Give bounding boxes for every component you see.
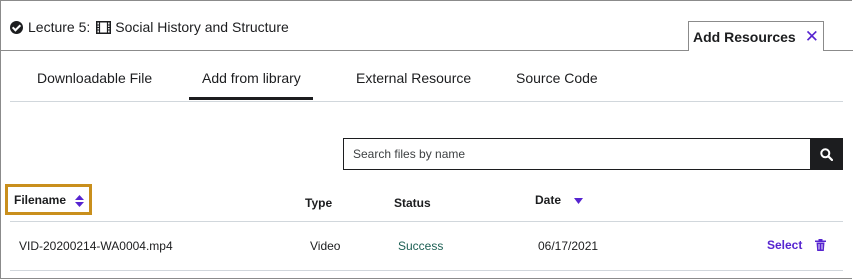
check-circle-icon [10,20,23,34]
status-column-header: Status [394,196,431,210]
film-icon [96,20,112,34]
lecture-header: Lecture 5: Social History and Structure [10,19,289,35]
add-resources-tab[interactable]: Add Resources ✕ [688,21,824,51]
row-status: Success [398,239,444,253]
search-bar [343,138,843,170]
select-button[interactable]: Select [767,238,802,252]
search-icon [820,147,833,161]
table-row-divider [10,270,843,271]
sort-down-icon[interactable] [574,197,584,204]
trash-icon[interactable] [815,239,826,251]
date-header-label: Date [535,193,562,207]
search-button[interactable] [810,138,843,170]
tab-downloadable-file[interactable]: Downloadable File [37,70,152,86]
filename-column-header[interactable]: Filename [14,193,85,207]
tab-external-resource[interactable]: External Resource [356,70,471,86]
add-resources-label: Add Resources [693,28,796,45]
row-type: Video [310,239,341,253]
row-filename: VID-20200214-WA0004.mp4 [19,239,173,253]
tab-add-from-library[interactable]: Add from library [202,70,301,86]
active-tab-indicator [189,97,313,100]
search-input[interactable] [343,138,810,170]
filename-header-label: Filename [14,193,67,207]
close-icon[interactable]: ✕ [805,28,819,45]
lecture-label: Lecture 5: [28,19,91,35]
tab-source-code[interactable]: Source Code [516,70,598,86]
type-column-header: Type [305,196,333,210]
sort-icon[interactable] [75,194,85,207]
lecture-title: Social History and Structure [115,19,289,35]
date-column-header[interactable]: Date [535,193,584,207]
table-header-divider [10,221,843,222]
row-date: 06/17/2021 [538,239,599,253]
tabs-divider [10,101,843,102]
